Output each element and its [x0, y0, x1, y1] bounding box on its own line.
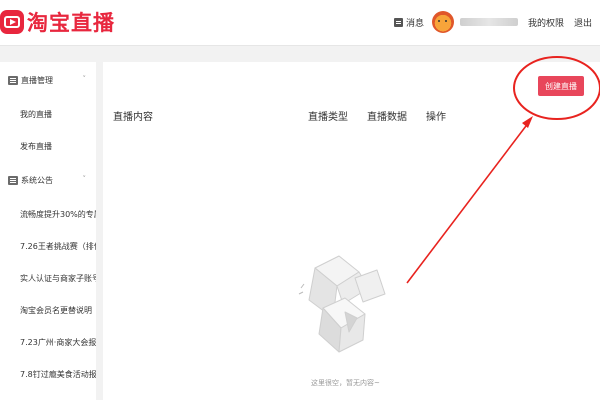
sidebar-group-live-management[interactable]: 直播管理 ˅ [0, 62, 96, 98]
sidebar-item-announcement[interactable]: 7.23广州·商家大会报名 [0, 326, 96, 358]
logout-link[interactable]: 退出 [574, 16, 592, 29]
sidebar-group-announcements[interactable]: 系统公告 ˅ [0, 162, 96, 198]
play-tv-icon [0, 10, 24, 34]
taobao-live-logo[interactable]: 淘宝直播 [0, 8, 115, 36]
username-redacted [459, 18, 518, 26]
chevron-down-icon: ˅ [82, 75, 87, 83]
sidebar-group-label: 系统公告 [21, 175, 53, 185]
sidebar-item-announcement[interactable]: 淘宝会员名更替说明 [0, 294, 96, 326]
sidebar-item-announcement[interactable]: 7.8钉过瘾美食活动报名 [0, 358, 96, 390]
empty-box-icon [298, 255, 386, 353]
sidebar-item-my-live[interactable]: 我的直播 [0, 98, 96, 130]
list-icon [8, 75, 18, 85]
sidebar: 直播管理 ˅ 我的直播 发布直播 系统公告 ˅ 流畅度提升30%的专属直 7.2… [0, 62, 96, 400]
column-header-live-type: 直播类型 [308, 112, 348, 123]
sidebar-item-announcement[interactable]: 流畅度提升30%的专属直 [0, 198, 96, 230]
header-actions: 消息 我的权限 退出 [393, 10, 592, 34]
list-icon [8, 175, 18, 185]
top-header: 淘宝直播 消息 我的权限 退出 [0, 0, 600, 46]
message-icon[interactable] [393, 17, 403, 27]
my-permissions-link[interactable]: 我的权限 [528, 16, 564, 29]
column-header-live-content: 直播内容 [113, 112, 153, 123]
messages-link[interactable]: 消息 [406, 16, 424, 29]
sidebar-group-label: 直播管理 [21, 75, 53, 85]
sidebar-item-announcement[interactable]: 7.26王者挑战赛（排位赛 [0, 230, 96, 262]
empty-state-text: 这里很空，暂无内容~ [311, 379, 380, 387]
create-live-button[interactable]: 创建直播 [538, 76, 584, 96]
live-list-panel: 创建直播 直播内容 直播类型 直播数据 操作 这里很空，暂无内容~ [103, 62, 600, 400]
sidebar-item-publish-live[interactable]: 发布直播 [0, 130, 96, 162]
column-header-live-data: 直播数据 [367, 112, 407, 123]
logo-text: 淘宝直播 [27, 11, 115, 35]
chevron-down-icon: ˅ [82, 175, 87, 183]
avatar[interactable] [431, 11, 454, 33]
sidebar-item-announcement[interactable]: 实人认证与商家子账号开 [0, 262, 96, 294]
column-header-actions: 操作 [426, 112, 446, 123]
